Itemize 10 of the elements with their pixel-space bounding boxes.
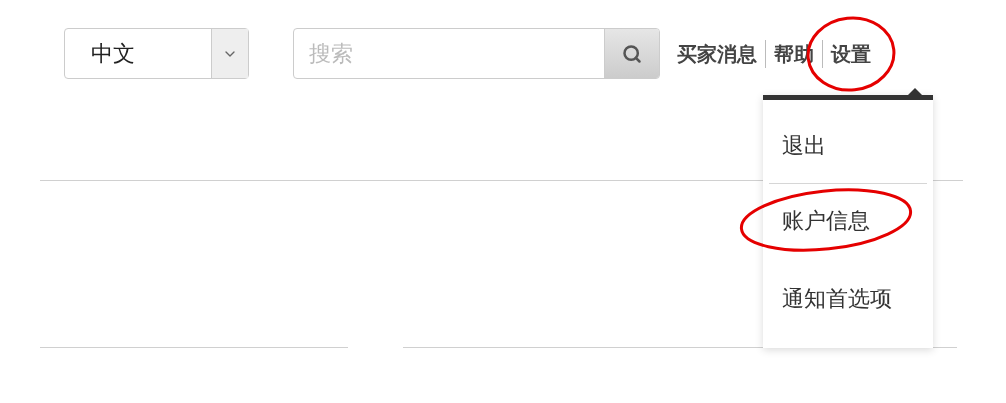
menu-item[interactable]: 通知首选项 <box>782 285 892 311</box>
nav-link[interactable]: 买家消息 <box>677 41 757 66</box>
nav-link[interactable]: 设置 <box>831 41 871 66</box>
search-field[interactable]: 搜索 <box>293 28 660 79</box>
menu-item[interactable]: 退出 <box>782 133 826 158</box>
language-value: 中文 <box>90 40 136 68</box>
language-select[interactable]: 中文 <box>64 28 249 79</box>
search-input[interactable]: 搜索 <box>294 29 604 78</box>
search-icon <box>622 43 642 64</box>
search-button[interactable] <box>604 29 659 78</box>
